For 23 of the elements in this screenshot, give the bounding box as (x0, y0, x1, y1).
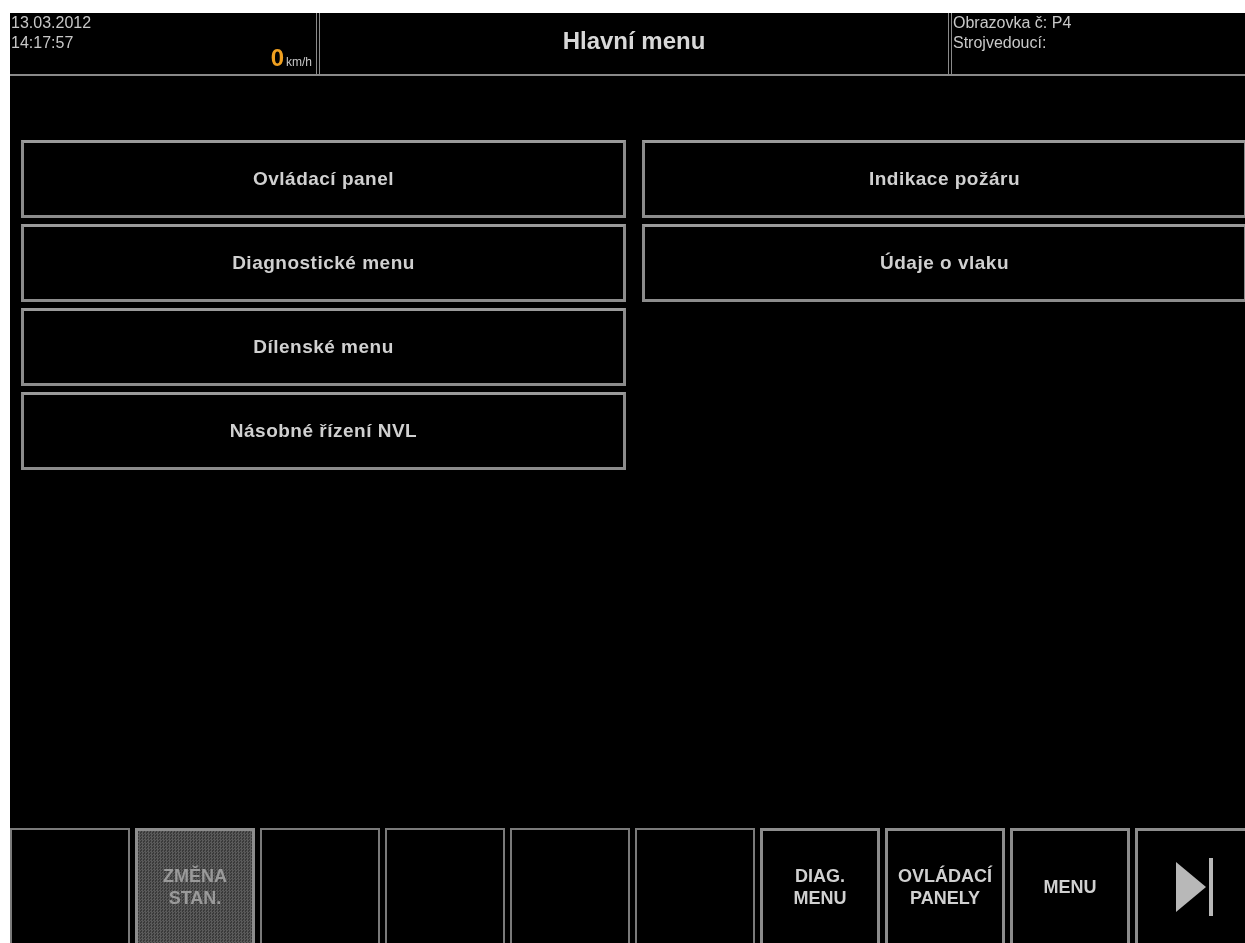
menu-option[interactable]: Indikace požáru (642, 140, 1245, 218)
screen-number-label: Obrazovka č: P4 (952, 13, 1073, 33)
next-button[interactable] (1135, 828, 1245, 943)
soft-key-button[interactable]: MENU (1010, 828, 1130, 943)
menu-option[interactable]: Údaje o vlaku (642, 224, 1245, 302)
driver-label: Strojvedoucí: (952, 33, 1048, 53)
screen-title: Hlavní menu (561, 27, 707, 55)
empty-soft-key[interactable] (385, 828, 505, 943)
menu-option[interactable]: Ovládací panel (21, 140, 626, 218)
menu-option[interactable]: Diagnostické menu (21, 224, 626, 302)
empty-soft-key[interactable] (260, 828, 380, 943)
empty-soft-key[interactable] (635, 828, 755, 943)
time-text: 14:17:57 (10, 33, 75, 53)
menu-option[interactable]: Dílenské menu (21, 308, 626, 386)
empty-soft-key[interactable] (510, 828, 630, 943)
soft-key-button[interactable]: DIAG. MENU (760, 828, 880, 943)
menu-option[interactable]: Násobné řízení NVL (21, 392, 626, 470)
speed-unit: km/h (286, 55, 312, 69)
soft-key-button[interactable]: OVLÁDACÍ PANELY (885, 828, 1005, 943)
date-text: 13.03.2012 (10, 13, 93, 33)
speed-value: 0 (270, 44, 284, 72)
empty-soft-key[interactable] (10, 828, 130, 943)
skip-next-icon (1176, 858, 1214, 916)
